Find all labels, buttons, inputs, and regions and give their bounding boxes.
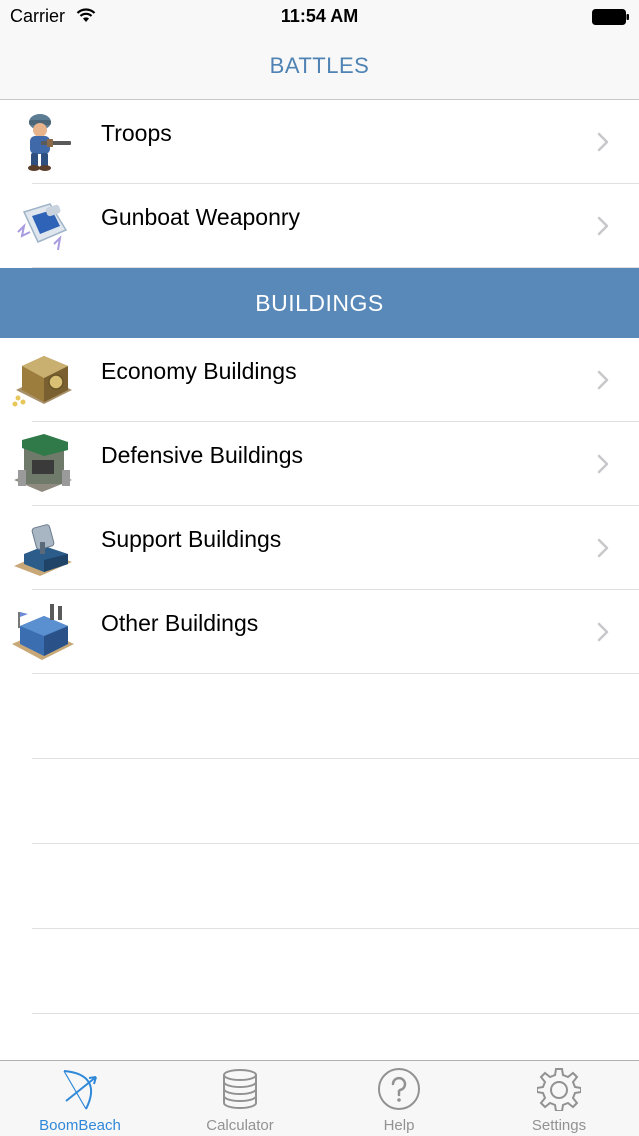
list-item-troops[interactable]: Troops xyxy=(0,100,639,184)
status-bar: Carrier 11:54 AM xyxy=(0,0,639,32)
tab-label: BoomBeach xyxy=(39,1117,121,1134)
empty-row xyxy=(0,844,639,929)
category-list: Troops Gunboat Weaponry BUILDINGS Econom… xyxy=(0,100,639,1014)
list-item-label: Support Buildings xyxy=(101,526,282,552)
list-item-economy-buildings[interactable]: Economy Buildings xyxy=(0,338,639,422)
chevron-right-icon xyxy=(597,216,609,236)
screen: Carrier 11:54 AM BATTLES Troops Gunboat … xyxy=(0,0,639,1136)
list-item-label: Economy Buildings xyxy=(101,358,297,384)
soldier-icon xyxy=(28,114,71,171)
chevron-right-icon xyxy=(597,622,609,642)
question-mark-icon xyxy=(378,1068,420,1110)
chevron-right-icon xyxy=(597,538,609,558)
tab-settings[interactable]: Settings xyxy=(479,1061,639,1136)
radar-building-icon xyxy=(14,524,72,576)
empty-row xyxy=(0,674,639,759)
tab-label: Help xyxy=(383,1117,415,1134)
section-title: BUILDINGS xyxy=(255,290,384,316)
page-title: BATTLES xyxy=(269,53,370,78)
tab-bar: BoomBeach Calculator Help Settings xyxy=(0,1060,639,1136)
empty-row xyxy=(0,929,639,1014)
navigation-bar: BATTLES xyxy=(0,32,639,100)
list-item-other-buildings[interactable]: Other Buildings xyxy=(0,590,639,674)
list-item-gunboat-weaponry[interactable]: Gunboat Weaponry xyxy=(0,184,639,268)
list-item-label: Other Buildings xyxy=(101,610,259,636)
tab-help[interactable]: Help xyxy=(319,1061,479,1136)
chevron-right-icon xyxy=(597,454,609,474)
battery-icon xyxy=(592,9,629,25)
tab-calculator[interactable]: Calculator xyxy=(160,1061,320,1136)
status-time: 11:54 AM xyxy=(280,6,359,26)
list-item-label: Defensive Buildings xyxy=(101,442,304,468)
list-item-support-buildings[interactable]: Support Buildings xyxy=(0,506,639,590)
chevron-right-icon xyxy=(597,370,609,390)
gunboat-weapon-icon xyxy=(17,203,68,251)
chevron-right-icon xyxy=(597,132,609,152)
defense-tower-icon xyxy=(14,434,72,492)
list-item-label: Troops xyxy=(101,120,172,146)
vault-building-icon xyxy=(12,356,72,407)
gear-icon xyxy=(537,1068,581,1111)
tab-label: Settings xyxy=(531,1117,587,1134)
tab-label: Calculator xyxy=(206,1117,274,1134)
list-item-defensive-buildings[interactable]: Defensive Buildings xyxy=(0,422,639,506)
empty-row xyxy=(0,759,639,844)
database-icon xyxy=(223,1069,257,1109)
headquarters-icon xyxy=(12,604,74,660)
section-header-buildings: BUILDINGS xyxy=(0,268,639,338)
list-item-label: Gunboat Weaponry xyxy=(101,204,301,230)
bow-arrow-icon xyxy=(63,1070,97,1110)
tab-boombeach[interactable]: BoomBeach xyxy=(0,1061,160,1136)
